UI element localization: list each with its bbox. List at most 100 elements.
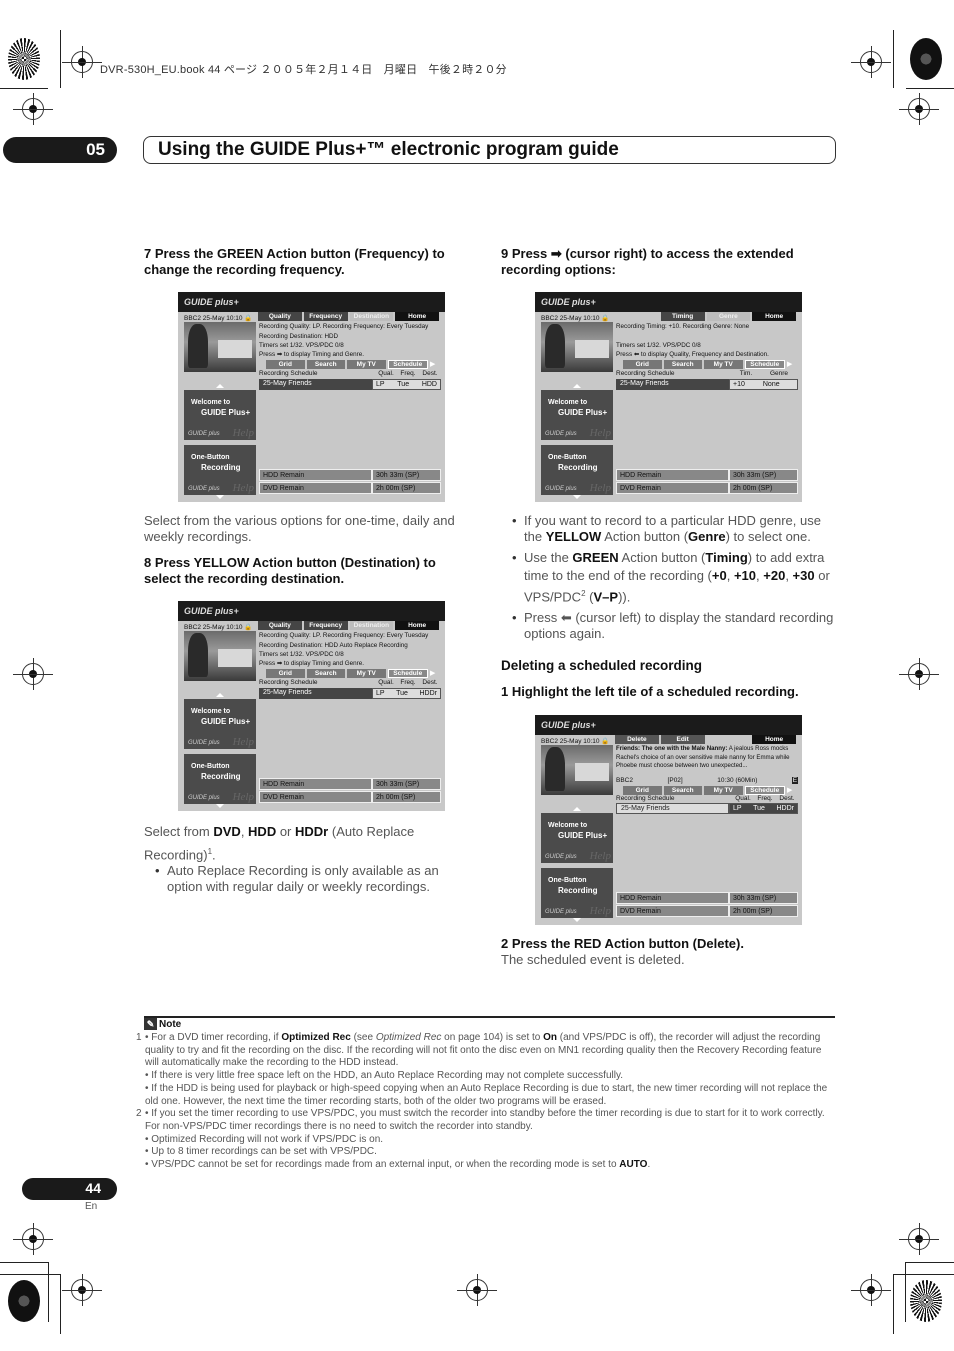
text-run: Use the xyxy=(524,550,573,565)
text-run: AUTO xyxy=(619,1159,648,1171)
value-qual: LP xyxy=(376,690,385,697)
tab-empty xyxy=(615,312,659,321)
welcome-tile[interactable]: Welcome to GUIDE Plus+ GUIDE plus Help xyxy=(541,813,613,863)
nav-schedule[interactable]: Schedule xyxy=(744,360,785,369)
bullet-item: Press ⬅ (cursor left) to display the sta… xyxy=(510,610,835,642)
tab-home[interactable]: Home xyxy=(752,735,796,744)
guide-screen-destination: GUIDE plus+ BBC2 25-May 10:10 🔒 Quality … xyxy=(178,601,445,811)
note-divider xyxy=(144,1016,835,1018)
scroll-up-arrow-icon[interactable] xyxy=(216,384,224,388)
tab-genre[interactable]: Genre xyxy=(706,312,751,321)
tile-text: Recording xyxy=(201,772,241,781)
tab-destination[interactable]: Destination xyxy=(349,621,394,630)
schedule-row[interactable]: 25-May Friends +10 None xyxy=(616,379,798,390)
nav-grid[interactable]: Grid xyxy=(623,360,662,369)
tab-edit[interactable]: Edit xyxy=(660,735,705,744)
hdd-remain-value: 30h 33m (SP) xyxy=(729,892,798,904)
welcome-tile[interactable]: Welcome to GUIDE Plus+ GUIDE plus Help xyxy=(541,390,613,440)
tab-timing[interactable]: Timing xyxy=(660,312,705,321)
schedule-row[interactable]: 25-May Friends LP Tue HDDr xyxy=(259,688,441,699)
dvd-remain-value: 2h 00m (SP) xyxy=(729,905,798,917)
tab-quality[interactable]: Quality xyxy=(258,312,302,321)
schedule-row[interactable]: 25-May Friends LP Tue HDD xyxy=(259,379,441,390)
tab-frequency[interactable]: Frequency xyxy=(303,621,348,630)
schedule-values: LP Tue HDD xyxy=(372,379,441,390)
tile-text: One-Button xyxy=(548,454,587,461)
nav-right-arrow-icon[interactable]: ▶ xyxy=(430,669,436,678)
nav-my-tv[interactable]: My TV xyxy=(704,786,743,795)
registration-mark xyxy=(13,93,53,125)
one-button-recording-tile[interactable]: One-Button Recording GUIDE plus Help xyxy=(541,445,613,495)
tab-delete[interactable]: Delete xyxy=(615,735,659,744)
scroll-up-arrow-icon[interactable] xyxy=(573,807,581,811)
scroll-down-arrow-icon[interactable] xyxy=(216,495,224,499)
tile-text: Welcome to xyxy=(191,399,231,406)
tile-text: Recording xyxy=(558,463,598,472)
tile-text: One-Button xyxy=(191,454,230,461)
guide-plus-mini-logo: GUIDE plus xyxy=(188,795,220,801)
page-reference[interactable]: Optimized Rec xyxy=(376,1032,442,1043)
recording-info: Recording Quality: LP. Recording Frequen… xyxy=(259,322,441,359)
scroll-up-arrow-icon[interactable] xyxy=(216,693,224,697)
printer-target-top-right xyxy=(910,38,942,80)
nav-schedule[interactable]: Schedule xyxy=(387,360,428,369)
welcome-tile[interactable]: Welcome to GUIDE Plus+ GUIDE plus Help xyxy=(184,699,256,749)
dvd-remain-label: DVD Remain xyxy=(616,482,729,494)
one-button-recording-tile[interactable]: One-Button Recording GUIDE plus Help xyxy=(184,445,256,495)
nav-search[interactable]: Search xyxy=(306,669,345,678)
help-watermark: Help xyxy=(232,482,254,494)
nav-search[interactable]: Search xyxy=(306,360,345,369)
col-qual: Qual. xyxy=(735,795,751,802)
scroll-down-arrow-icon[interactable] xyxy=(573,918,581,922)
nav-right-arrow-icon[interactable]: ▶ xyxy=(787,786,793,795)
nav-my-tv[interactable]: My TV xyxy=(704,360,743,369)
dvd-remain-value: 2h 00m (SP) xyxy=(372,791,441,803)
tab-frequency[interactable]: Frequency xyxy=(303,312,348,321)
hdd-remain-row: HDD Remain 30h 33m (SP) xyxy=(259,778,441,790)
welcome-tile[interactable]: Welcome to GUIDE Plus+ GUIDE plus Help xyxy=(184,390,256,440)
chapter-number: 05 xyxy=(3,137,117,163)
text-run: • VPS/PDC cannot be set for recordings m… xyxy=(145,1159,620,1171)
tab-destination[interactable]: Destination xyxy=(349,312,394,321)
schedule-title: 25-May Friends xyxy=(259,379,372,390)
nav-schedule[interactable]: Schedule xyxy=(387,669,428,678)
schedule-row-highlighted[interactable]: 25-May Friends LP Tue HDDr xyxy=(616,803,798,814)
one-button-recording-tile[interactable]: One-Button Recording GUIDE plus Help xyxy=(541,868,613,918)
crop-mark xyxy=(0,1262,48,1263)
scroll-down-arrow-icon[interactable] xyxy=(216,804,224,808)
nav-schedule[interactable]: Schedule xyxy=(744,786,785,795)
note-label: Note xyxy=(159,1018,182,1030)
guide-plus-mini-logo: GUIDE plus xyxy=(188,431,220,437)
tab-home[interactable]: Home xyxy=(395,621,439,630)
tv-preview-thumbnail xyxy=(184,631,256,681)
crop-mark xyxy=(0,88,48,89)
one-button-recording-tile[interactable]: One-Button Recording GUIDE plus Help xyxy=(184,754,256,804)
nav-right-arrow-icon[interactable]: ▶ xyxy=(787,360,793,369)
hdd-remain-label: HDD Remain xyxy=(616,469,729,481)
value-genre: None xyxy=(762,381,780,388)
tab-quality[interactable]: Quality xyxy=(258,621,302,630)
nav-search[interactable]: Search xyxy=(663,786,702,795)
nav-my-tv[interactable]: My TV xyxy=(347,360,386,369)
nav-right-arrow-icon[interactable]: ▶ xyxy=(430,360,436,369)
nav-my-tv[interactable]: My TV xyxy=(347,669,386,678)
nav-search[interactable]: Search xyxy=(663,360,702,369)
nav-grid[interactable]: Grid xyxy=(266,669,305,678)
footnote-paragraph: • If the HDD is being used for playback … xyxy=(145,1082,828,1107)
value-freq: Tue xyxy=(397,381,410,388)
channel-info: BBC2 25-May 10:10 🔒 xyxy=(541,738,610,745)
tv-preview-thumbnail xyxy=(541,745,613,795)
tile-text: Welcome to xyxy=(191,708,231,715)
nav-grid[interactable]: Grid xyxy=(623,786,662,795)
tab-home[interactable]: Home xyxy=(752,312,796,321)
scroll-down-arrow-icon[interactable] xyxy=(573,495,581,499)
text-run: . xyxy=(647,1159,651,1171)
printer-target-top-left xyxy=(8,38,40,80)
tile-text: Welcome to xyxy=(548,822,588,829)
tile-text: GUIDE Plus+ xyxy=(558,408,608,417)
nav-grid[interactable]: Grid xyxy=(266,360,305,369)
col-timing: Tim. xyxy=(739,370,753,377)
tab-home[interactable]: Home xyxy=(395,312,439,321)
scroll-up-arrow-icon[interactable] xyxy=(573,384,581,388)
schedule-label: Recording Schedule xyxy=(259,370,318,377)
